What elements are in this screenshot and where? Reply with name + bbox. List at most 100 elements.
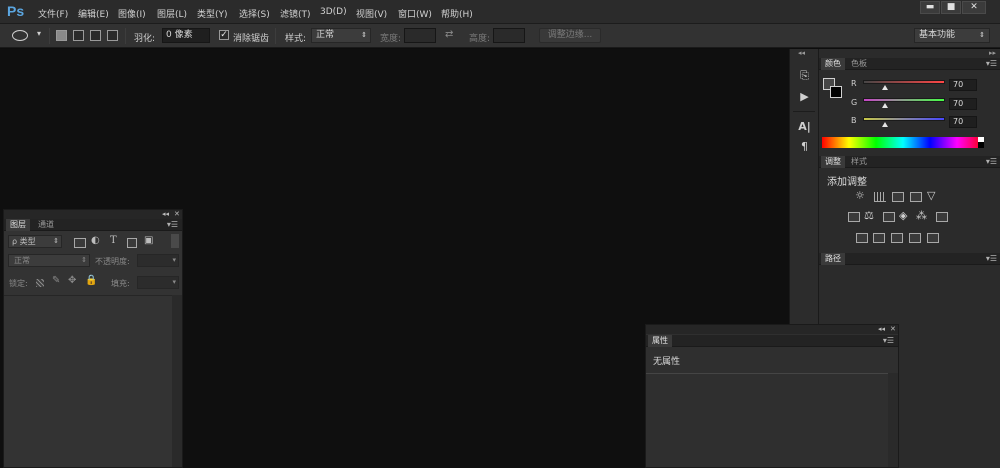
- blend-mode-select[interactable]: 正常 ⇕: [8, 254, 90, 267]
- red-slider[interactable]: [863, 80, 945, 84]
- green-slider[interactable]: [863, 98, 945, 102]
- menu-type[interactable]: 类型(Y): [197, 7, 228, 20]
- tab-channels[interactable]: 通道: [34, 219, 58, 231]
- collapse-arrows-icon[interactable]: ◂◂: [798, 49, 805, 57]
- color-spectrum-bar[interactable]: [822, 137, 984, 148]
- menu-filter[interactable]: 滤镜(T): [280, 7, 311, 20]
- properties-scrollbar[interactable]: [888, 373, 898, 467]
- color-balance-icon[interactable]: ⚖: [864, 209, 874, 222]
- black-white-icon[interactable]: [883, 212, 895, 222]
- fill-field[interactable]: ▾: [137, 276, 179, 289]
- lock-position-icon[interactable]: ✥: [68, 275, 76, 286]
- blue-slider-thumb[interactable]: [882, 122, 888, 127]
- filter-toggle-icon[interactable]: [171, 234, 179, 248]
- tab-styles[interactable]: 样式: [847, 156, 871, 168]
- layers-list[interactable]: [4, 295, 172, 467]
- paragraph-icon[interactable]: ¶: [798, 140, 811, 153]
- menu-layer[interactable]: 图层(L): [157, 7, 187, 20]
- opacity-field[interactable]: ▾: [137, 254, 179, 267]
- refine-edge-button[interactable]: 调整边缘...: [539, 28, 601, 43]
- lock-all-icon[interactable]: 🔒: [85, 275, 97, 286]
- gradient-map-icon[interactable]: [909, 233, 921, 243]
- actions-play-icon[interactable]: ▶: [798, 90, 811, 103]
- hue-saturation-icon[interactable]: [848, 212, 860, 222]
- minimize-button[interactable]: ▬: [920, 1, 940, 14]
- collapse-arrows-icon[interactable]: ▸▸: [989, 49, 996, 57]
- style-select[interactable]: 正常 ⇕: [311, 28, 371, 43]
- lock-image-pixels-icon[interactable]: ✎: [52, 275, 60, 286]
- black-swatch[interactable]: [978, 142, 984, 148]
- menu-file[interactable]: 文件(F): [38, 7, 68, 20]
- vibrance-icon[interactable]: ▽: [927, 189, 935, 202]
- menu-select[interactable]: 选择(S): [239, 7, 270, 20]
- character-icon[interactable]: A|: [798, 120, 811, 133]
- exposure-icon[interactable]: [910, 192, 922, 202]
- close-icon[interactable]: ✕: [890, 325, 896, 333]
- height-input[interactable]: [493, 28, 525, 43]
- channel-mixer-icon[interactable]: ⁂: [916, 209, 927, 222]
- blue-value-field[interactable]: 70: [949, 116, 977, 128]
- color-lookup-icon[interactable]: [936, 212, 948, 222]
- panel-menu-icon[interactable]: ▾☰: [986, 156, 997, 168]
- panel-menu-icon[interactable]: ▾☰: [167, 219, 178, 231]
- antialias-checkbox[interactable]: ✓: [219, 30, 229, 40]
- history-icon[interactable]: ⎘: [798, 69, 811, 82]
- collapse-arrows-icon[interactable]: ◂◂: [878, 325, 885, 333]
- separator: [125, 28, 126, 44]
- tab-color[interactable]: 颜色: [821, 58, 845, 70]
- filter-smart-object-icon[interactable]: ▣: [144, 235, 153, 246]
- layers-scrollbar[interactable]: [172, 295, 182, 467]
- tab-swatches[interactable]: 色板: [847, 58, 871, 70]
- threshold-icon[interactable]: [891, 233, 903, 243]
- photo-filter-icon[interactable]: ◈: [899, 209, 907, 222]
- menu-window[interactable]: 窗口(W): [398, 7, 432, 20]
- filter-type-layer-icon[interactable]: T: [110, 235, 117, 246]
- filter-pixel-layer-icon[interactable]: [74, 238, 86, 248]
- collapse-arrows-icon[interactable]: ◂◂: [162, 210, 169, 218]
- levels-icon[interactable]: [874, 192, 886, 202]
- add-to-selection-icon[interactable]: [73, 30, 84, 41]
- options-bar: ▾ 羽化: 0 像素 ✓ 消除锯齿 样式: 正常 ⇕ 宽度: ⇄ 高度: 调整边缘…: [0, 24, 1000, 48]
- background-color-swatch[interactable]: [830, 86, 842, 98]
- tab-adjustments[interactable]: 调整: [821, 156, 845, 168]
- tab-layers[interactable]: 图层: [6, 219, 30, 231]
- close-icon[interactable]: ✕: [174, 210, 180, 218]
- blue-slider[interactable]: [863, 117, 945, 121]
- green-slider-thumb[interactable]: [882, 103, 888, 108]
- menu-edit[interactable]: 编辑(E): [78, 7, 109, 20]
- invert-icon[interactable]: [856, 233, 868, 243]
- curves-icon[interactable]: [892, 192, 904, 202]
- green-value-field[interactable]: 70: [949, 98, 977, 110]
- width-input[interactable]: [404, 28, 436, 43]
- panel-menu-icon[interactable]: ▾☰: [883, 335, 894, 347]
- feather-input[interactable]: 0 像素: [162, 28, 210, 43]
- panel-menu-icon[interactable]: ▾☰: [986, 253, 997, 265]
- tab-properties[interactable]: 属性: [648, 335, 672, 347]
- subtract-from-selection-icon[interactable]: [90, 30, 101, 41]
- menu-help[interactable]: 帮助(H): [441, 7, 473, 20]
- posterize-icon[interactable]: [873, 233, 885, 243]
- swap-dimensions-icon[interactable]: ⇄: [445, 29, 453, 40]
- tool-preset-dropdown-icon[interactable]: ▾: [37, 29, 41, 38]
- close-button[interactable]: ✕: [962, 1, 986, 14]
- red-value-field[interactable]: 70: [949, 79, 977, 91]
- selective-color-icon[interactable]: [927, 233, 939, 243]
- workspace-select[interactable]: 基本功能 ⇕: [914, 28, 990, 43]
- red-slider-thumb[interactable]: [882, 85, 888, 90]
- brightness-contrast-icon[interactable]: ☼: [855, 189, 865, 202]
- tab-paths[interactable]: 路径: [821, 253, 845, 265]
- panel-menu-icon[interactable]: ▾☰: [986, 58, 997, 70]
- elliptical-marquee-icon[interactable]: [12, 30, 28, 41]
- filter-shape-layer-icon[interactable]: [127, 238, 137, 248]
- menu-image[interactable]: 图像(I): [118, 7, 146, 20]
- layer-filter-select[interactable]: ρ 类型 ⇕: [8, 235, 62, 248]
- new-selection-icon[interactable]: [56, 30, 67, 41]
- menu-3d[interactable]: 3D(D): [320, 7, 347, 17]
- properties-panel-titlebar[interactable]: ◂◂ ✕: [646, 325, 898, 334]
- restore-button[interactable]: ■: [941, 1, 961, 14]
- lock-transparency-icon[interactable]: [36, 279, 44, 287]
- intersect-selection-icon[interactable]: [107, 30, 118, 41]
- filter-adjustment-layer-icon[interactable]: ◐: [91, 235, 100, 246]
- layers-panel-titlebar[interactable]: ◂◂ ✕: [4, 210, 182, 219]
- menu-view[interactable]: 视图(V): [356, 7, 387, 20]
